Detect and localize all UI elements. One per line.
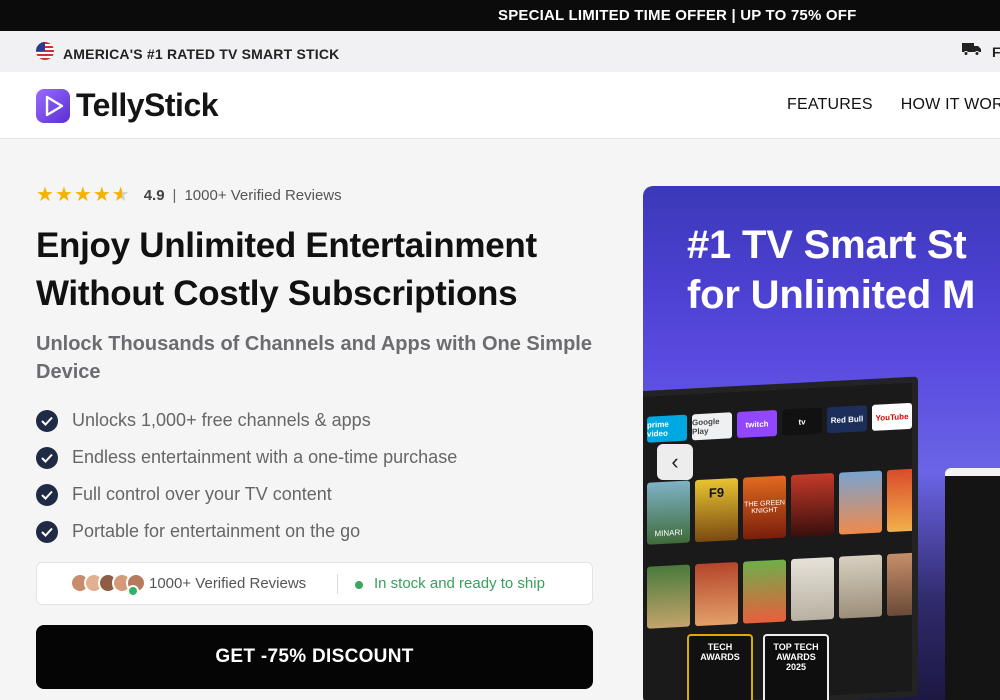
feature-item: Unlocks 1,000+ free channels & apps <box>36 402 457 439</box>
offer-banner-text: SPECIAL LIMITED TIME OFFER | UP TO 75% O… <box>498 7 857 24</box>
offer-banner: SPECIAL LIMITED TIME OFFER | UP TO 75% O… <box>0 0 1000 31</box>
chevron-left-icon: ‹ <box>671 449 679 474</box>
poster <box>839 470 882 535</box>
page-subtitle: Unlock Thousands of Channels and Apps wi… <box>36 333 592 383</box>
feature-list: Unlocks 1,000+ free channels & apps Endl… <box>36 402 457 550</box>
poster <box>839 554 882 619</box>
hero-image-title: #1 TV Smart St for Unlimited M <box>687 220 1000 320</box>
truck-icon <box>962 42 982 61</box>
divider <box>337 574 338 594</box>
feature-item: Endless entertainment with a one-time pu… <box>36 439 457 476</box>
carousel-prev-button[interactable]: ‹ <box>657 444 693 480</box>
smart-stick-device <box>945 468 1000 700</box>
star-icon: ★ <box>36 184 54 206</box>
nav-how-it-works[interactable]: HOW IT WORKS <box>901 96 1000 114</box>
app-row: prime video Google Play twitch tv Red Bu… <box>647 402 912 443</box>
star-icon: ★ <box>92 184 111 206</box>
poster <box>791 556 834 622</box>
trust-bar-text: AMERICA'S #1 RATED TV SMART STICK <box>63 45 340 62</box>
poster: F9 <box>695 477 738 543</box>
verified-check-icon <box>127 585 139 597</box>
stock-status-text: In stock and ready to ship <box>374 575 545 592</box>
feature-item: Full control over your TV content <box>36 476 457 513</box>
feature-item: Portable for entertainment on the go <box>36 513 457 550</box>
main-nav: FEATURES HOW IT WORKS <box>787 96 1000 114</box>
app-tile: Red Bull <box>827 405 867 434</box>
app-tile: tv <box>782 407 822 436</box>
feature-text: Full control over your TV content <box>72 484 332 504</box>
trust-bar-right: FA <box>962 42 1000 61</box>
in-stock-dot-icon <box>355 581 363 589</box>
poster <box>743 559 786 624</box>
check-icon <box>36 409 58 432</box>
us-flag-icon <box>36 42 54 65</box>
feature-text: Portable for entertainment on the go <box>72 521 361 541</box>
trust-bar: AMERICA'S #1 RATED TV SMART STICK FA <box>0 31 1000 72</box>
page-title: Enjoy Unlimited Entertainment Without Co… <box>36 226 537 313</box>
rating-reviews: 1000+ Verified Reviews <box>184 186 342 204</box>
badge-text: TECH AWARDS <box>700 642 740 662</box>
top-tech-awards-badge: TOP TECH AWARDS 2025 <box>763 634 829 700</box>
poster <box>647 564 690 629</box>
nav-features[interactable]: FEATURES <box>787 96 873 114</box>
feature-text: Unlocks 1,000+ free channels & apps <box>72 410 371 430</box>
app-tile: Google Play <box>692 412 732 441</box>
app-tile: prime video <box>647 414 687 443</box>
app-tile: YouTube <box>872 402 912 431</box>
poster-row <box>647 551 912 629</box>
star-icon: ★ <box>54 184 73 206</box>
get-discount-button[interactable]: GET -75% DISCOUNT <box>36 625 593 689</box>
star-icon: ★ <box>73 184 92 206</box>
tech-awards-badge: TECH AWARDS <box>687 634 753 700</box>
hero-title-line-1: #1 TV Smart St <box>687 223 967 267</box>
feature-text: Endless entertainment with a one-time pu… <box>72 447 458 467</box>
hero-title-line-2: for Unlimited M <box>687 273 976 317</box>
trust-bar-left: AMERICA'S #1 RATED TV SMART STICK <box>36 42 339 65</box>
check-icon <box>36 520 58 543</box>
rating-separator: | <box>172 186 177 204</box>
poster: MINARI <box>647 480 690 545</box>
stock-status-box: 1000+ Verified Reviews In stock and read… <box>36 562 593 605</box>
badge-text: TOP TECH AWARDS 2025 <box>773 642 819 672</box>
app-tile: twitch <box>737 409 777 439</box>
site-header: TellyStick FEATURES HOW IT WORKS <box>0 72 1000 139</box>
poster <box>695 561 738 627</box>
poster <box>887 467 912 533</box>
logo[interactable]: TellyStick <box>36 87 219 124</box>
rating-summary: ★ ★ ★ ★ ★ 4.9 | 1000+ Verified Reviews <box>36 185 342 205</box>
shipping-text: FA <box>992 43 1000 60</box>
logo-play-icon <box>36 88 70 123</box>
rating-score: 4.9 <box>143 186 165 204</box>
star-rating: ★ ★ ★ ★ ★ <box>36 185 130 205</box>
check-icon <box>36 483 58 506</box>
poster: THE GREEN KNIGHT <box>743 475 786 540</box>
logo-text: TellyStick <box>76 87 219 123</box>
hero-image: #1 TV Smart St for Unlimited M prime vid… <box>643 186 1000 700</box>
check-icon <box>36 446 58 469</box>
poster <box>887 551 912 617</box>
verified-reviews-text: 1000+ Verified Reviews <box>149 575 307 592</box>
star-half-icon: ★ <box>111 184 130 206</box>
poster <box>791 472 834 538</box>
